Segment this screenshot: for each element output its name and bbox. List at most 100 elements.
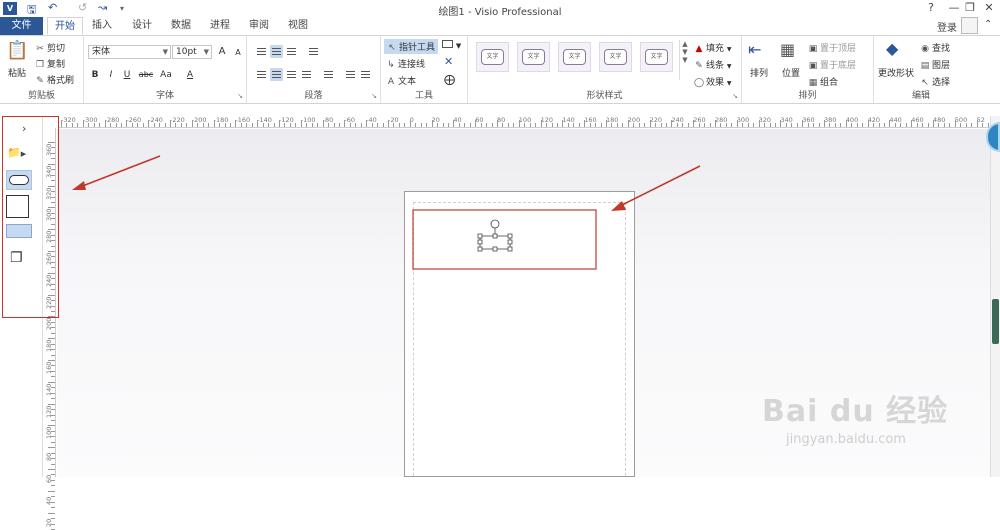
ruler-tick xyxy=(48,512,55,514)
cut-button[interactable]: ✂ 剪切 xyxy=(35,41,65,54)
dialog-launcher-icon[interactable]: ↘ xyxy=(237,92,243,100)
align-middle-icon[interactable] xyxy=(270,45,283,58)
dialog-launcher-icon[interactable]: ↘ xyxy=(371,92,377,100)
ruler-label: 140 xyxy=(45,383,53,396)
ruler-tick xyxy=(229,123,231,127)
arrange-icon[interactable]: ⇤ xyxy=(748,40,761,59)
connector-tool-button[interactable]: ↳ 连接线 xyxy=(386,57,425,70)
align-right-icon[interactable] xyxy=(285,68,298,81)
ruler-tick xyxy=(51,349,55,351)
increase-indent-icon[interactable] xyxy=(359,68,372,81)
ruler-tick xyxy=(51,370,55,372)
ruler-tick xyxy=(66,123,68,127)
group-button[interactable]: ▦ 组合 xyxy=(808,75,838,88)
ruler-tick xyxy=(219,123,221,127)
connection-point-icon[interactable]: ⨁ xyxy=(444,73,455,86)
text-tool-button[interactable]: A 文本 xyxy=(386,74,416,87)
ruler-label: -180 xyxy=(213,116,229,124)
arrange-button[interactable]: 排列 xyxy=(750,66,768,79)
tab-home[interactable]: 开始 xyxy=(47,17,83,35)
ruler-tick xyxy=(295,123,297,127)
paste-icon[interactable]: 📋 xyxy=(6,40,28,61)
strikethrough-button[interactable]: abc xyxy=(136,68,156,82)
ruler-tick xyxy=(524,123,526,127)
change-shape-button[interactable]: 更改形状 xyxy=(878,66,914,79)
line-button[interactable]: ✎ 线条 ▼ xyxy=(694,58,731,71)
layers-button[interactable]: ▤ 图层 xyxy=(920,58,950,71)
pointer-tool-button[interactable]: ↖ 指针工具 xyxy=(384,39,439,54)
font-name-select[interactable]: 宋体 ▼ xyxy=(88,45,171,59)
ruler-tick xyxy=(246,123,248,127)
change-shape-icon[interactable]: ◆ xyxy=(886,39,898,58)
underline-button[interactable]: U xyxy=(120,68,134,82)
decrease-indent-icon[interactable] xyxy=(344,68,357,81)
grow-font-button[interactable]: A xyxy=(215,45,229,59)
shape-style-swatch[interactable]: 文字 xyxy=(558,42,591,72)
shape-style-swatch[interactable]: 文字 xyxy=(476,42,509,72)
shrink-font-button[interactable]: A xyxy=(231,46,245,60)
ruler-tick xyxy=(480,123,482,127)
ruler-tick xyxy=(638,123,640,127)
find-button[interactable]: ◉ 查找 xyxy=(920,41,950,54)
ruler-tick xyxy=(51,376,55,378)
align-top-icon[interactable] xyxy=(255,45,268,58)
fill-button[interactable]: ▲ 填充 ▼ xyxy=(694,41,732,54)
tab-file[interactable]: 文件 xyxy=(0,17,43,35)
ruler-tick xyxy=(796,123,798,127)
ruler-tick xyxy=(180,123,182,127)
rectangle-tool-button[interactable]: ▼ xyxy=(442,40,461,51)
collapse-ribbon-icon[interactable]: ⌃ xyxy=(984,19,992,30)
change-case-button[interactable]: Aa xyxy=(156,68,176,82)
font-size-value: 10pt xyxy=(176,47,197,57)
ruler-tick xyxy=(51,458,55,460)
ruler-tick xyxy=(491,123,493,127)
effects-button[interactable]: ◯ 效果 ▼ xyxy=(694,75,732,88)
avatar[interactable] xyxy=(961,17,978,34)
ruler-tick xyxy=(431,120,433,127)
ruler-tick xyxy=(51,332,55,334)
tab-process[interactable]: 进程 xyxy=(204,17,236,35)
shape-style-swatch[interactable]: 文字 xyxy=(640,42,673,72)
font-color-button[interactable]: A xyxy=(183,68,197,82)
position-button[interactable]: 位置 xyxy=(782,66,800,79)
format-painter-button[interactable]: ✎ 格式刷 xyxy=(35,73,74,86)
position-icon[interactable]: ▦ xyxy=(780,40,795,59)
distribute-icon[interactable] xyxy=(322,68,335,81)
tab-data[interactable]: 数据 xyxy=(165,17,197,35)
close-icon[interactable]: ✕ xyxy=(444,55,453,68)
gallery-scroll-bar[interactable]: ▲ ▼ ▼ xyxy=(679,40,690,80)
tab-insert[interactable]: 插入 xyxy=(86,17,118,35)
help-button[interactable]: ? xyxy=(922,1,940,14)
pointer-icon: ↖ xyxy=(388,43,396,53)
cut-label: 剪切 xyxy=(47,44,66,54)
align-left-icon[interactable] xyxy=(255,68,268,81)
tab-design[interactable]: 设计 xyxy=(126,17,158,35)
copy-button[interactable]: ❐ 复制 xyxy=(35,57,65,70)
bullets-icon[interactable] xyxy=(307,45,320,58)
select-button[interactable]: ↖ 选择 xyxy=(920,75,950,88)
shape-style-swatch[interactable]: 文字 xyxy=(599,42,632,72)
dialog-launcher-icon[interactable]: ↘ xyxy=(732,92,738,100)
bold-button[interactable]: B xyxy=(88,68,102,82)
justify-icon[interactable] xyxy=(300,68,313,81)
tab-view[interactable]: 视图 xyxy=(282,17,314,35)
ruler-tick xyxy=(110,123,112,127)
ruler-tick xyxy=(51,436,55,438)
tab-review[interactable]: 审阅 xyxy=(243,17,275,35)
ruler-tick xyxy=(551,123,553,127)
align-center-icon[interactable] xyxy=(270,68,283,81)
bring-to-front-button[interactable]: ▣ 置于顶层 xyxy=(808,41,856,54)
scrollbar-thumb[interactable] xyxy=(992,299,999,344)
send-to-back-button[interactable]: ▣ 置于底层 xyxy=(808,58,856,71)
ruler-tick xyxy=(976,120,978,127)
restore-button[interactable]: ❐ xyxy=(961,1,979,14)
italic-button[interactable]: I xyxy=(104,68,118,82)
shape-style-swatch[interactable]: 文字 xyxy=(517,42,550,72)
login-link[interactable]: 登录 xyxy=(937,19,957,34)
align-bottom-icon[interactable] xyxy=(285,45,298,58)
drawing-page[interactable] xyxy=(404,191,635,477)
font-size-select[interactable]: 10pt ▼ xyxy=(172,45,212,59)
close-button[interactable]: ✕ xyxy=(980,1,998,14)
vertical-scrollbar[interactable] xyxy=(990,116,1000,477)
paste-button[interactable]: 粘贴 xyxy=(8,66,26,79)
